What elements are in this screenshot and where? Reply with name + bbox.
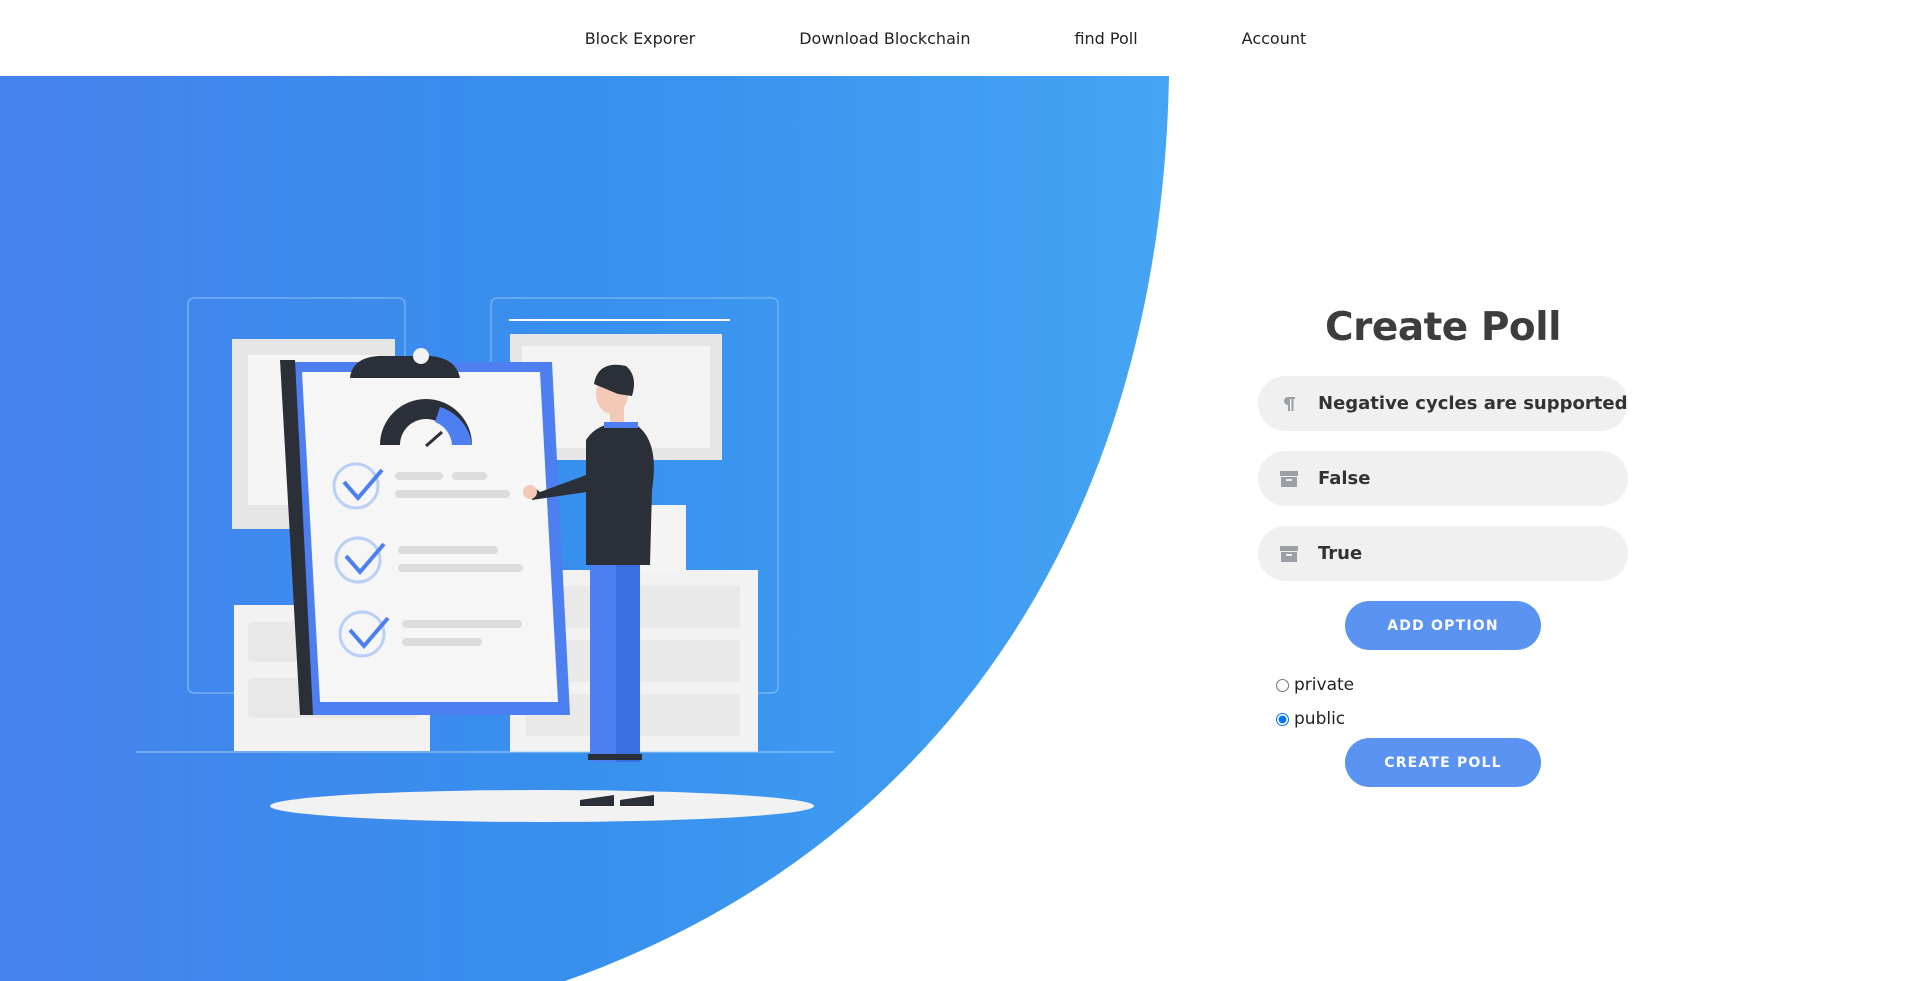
add-option-button[interactable]: ADD OPTION	[1345, 601, 1541, 650]
page-title: Create Poll	[1325, 305, 1561, 350]
archive-icon	[1280, 470, 1298, 488]
create-poll-button[interactable]: CREATE POLL	[1345, 738, 1541, 787]
nav-links: Block Exporer Download Blockchain find P…	[585, 29, 1307, 48]
nav-link-download-blockchain[interactable]: Download Blockchain	[799, 29, 970, 48]
radio-private[interactable]: private	[1276, 668, 1628, 702]
archive-icon	[1280, 545, 1298, 563]
public-label: public	[1294, 709, 1346, 729]
nav-link-block-explorer[interactable]: Block Exporer	[585, 29, 696, 48]
visibility-options: private public	[1276, 668, 1628, 736]
poll-illustration	[136, 297, 834, 822]
nav-link-find-poll[interactable]: find Poll	[1074, 29, 1137, 48]
public-radio[interactable]	[1276, 712, 1289, 726]
question-input[interactable]	[1318, 376, 1628, 431]
private-label: private	[1294, 675, 1355, 695]
nav-link-account[interactable]: Account	[1242, 29, 1307, 48]
top-navbar: Block Exporer Download Blockchain find P…	[0, 0, 1905, 76]
option-field[interactable]	[1258, 526, 1628, 581]
create-poll-form: Create Poll ADD OPTION private public CR…	[1258, 305, 1628, 787]
private-radio[interactable]	[1276, 678, 1289, 692]
radio-public[interactable]: public	[1276, 702, 1628, 736]
question-field[interactable]	[1258, 376, 1628, 431]
option-field[interactable]	[1258, 451, 1628, 506]
paragraph-icon	[1280, 395, 1298, 413]
option-input[interactable]	[1318, 451, 1628, 506]
option-input[interactable]	[1318, 526, 1628, 581]
